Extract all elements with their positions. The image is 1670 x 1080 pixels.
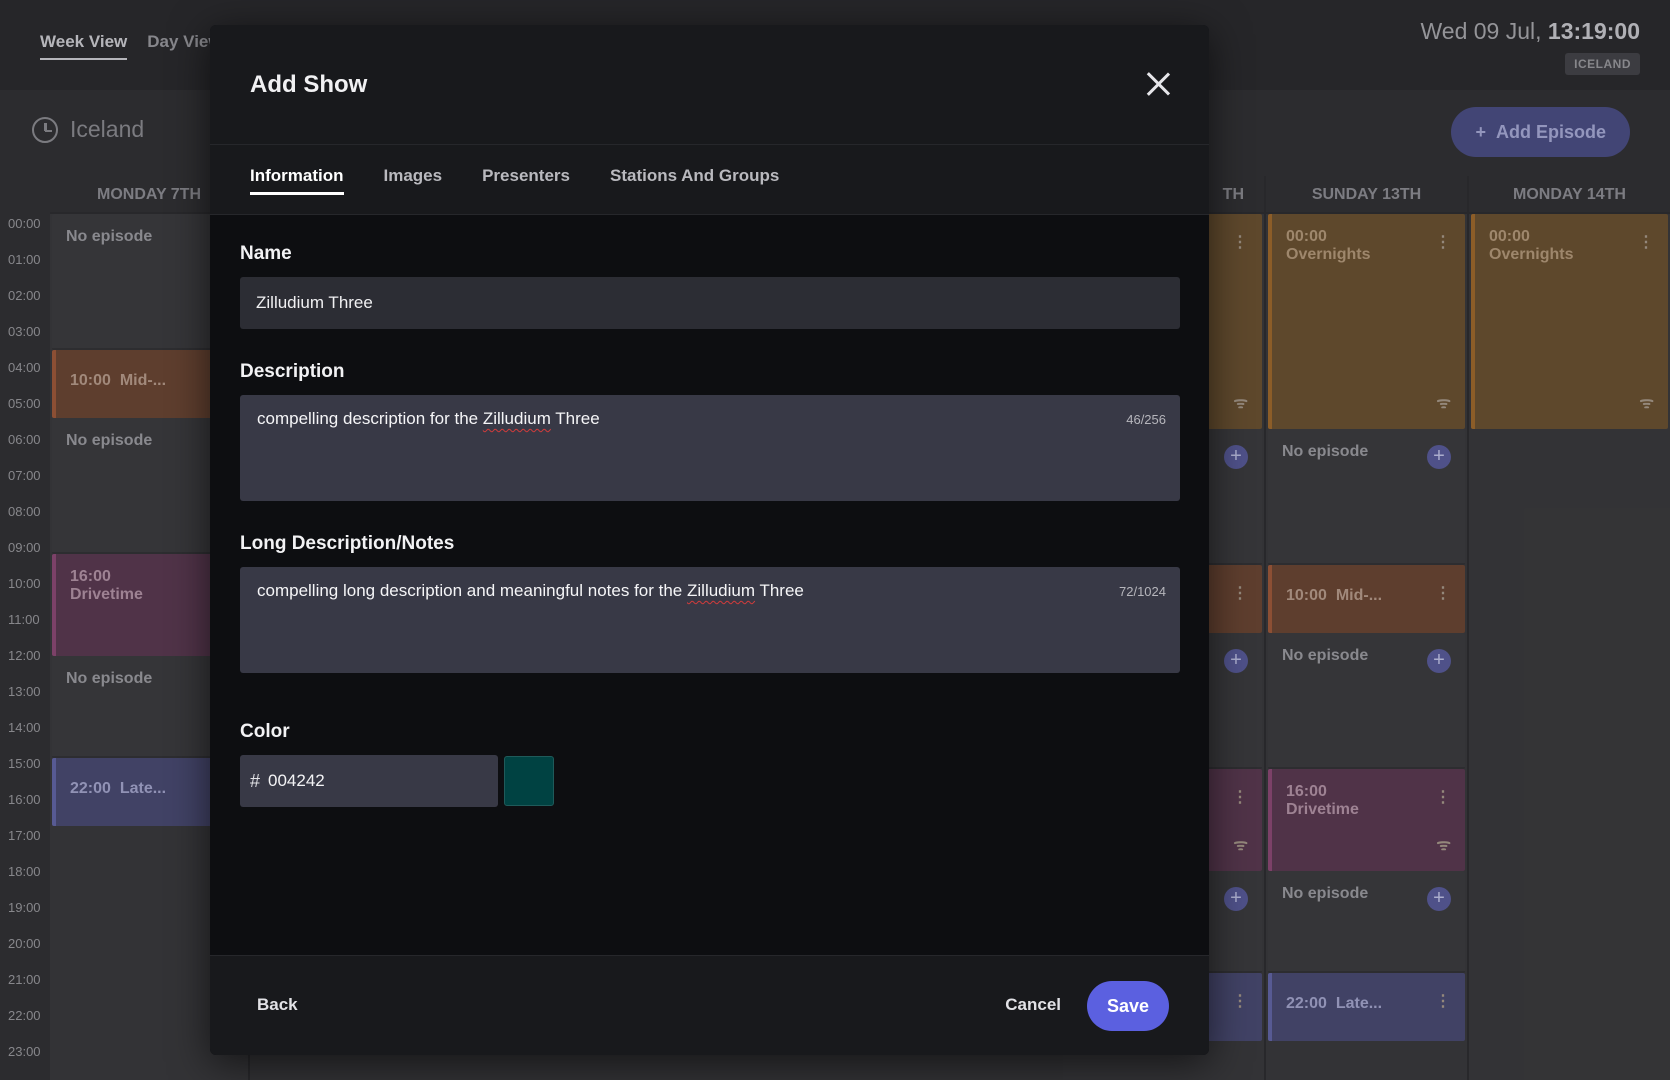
dialog-header: Add Show bbox=[210, 25, 1209, 145]
close-icon[interactable] bbox=[1145, 71, 1171, 97]
color-swatch[interactable] bbox=[504, 756, 554, 806]
description-char-counter: 46/256 bbox=[1126, 412, 1166, 427]
long-description-label: Long Description/Notes bbox=[240, 533, 455, 554]
long-description-text: compelling long description and meaningf… bbox=[257, 581, 804, 600]
dialog-footer: Back Cancel Save bbox=[210, 955, 1209, 1055]
description-textarea[interactable]: compelling description for the Zilludium… bbox=[240, 395, 1180, 501]
hash-icon: # bbox=[250, 770, 261, 791]
cancel-button[interactable]: Cancel bbox=[1005, 995, 1061, 1015]
name-value: Zilludium Three bbox=[256, 293, 373, 312]
dialog-body: Name Zilludium Three Description compell… bbox=[210, 215, 1209, 807]
description-label: Description bbox=[240, 361, 345, 382]
long-description-textarea[interactable]: compelling long description and meaningf… bbox=[240, 567, 1180, 673]
tab-stations-and-groups[interactable]: Stations And Groups bbox=[610, 145, 779, 195]
tab-images[interactable]: Images bbox=[384, 145, 443, 195]
color-label: Color bbox=[240, 721, 290, 742]
long-description-char-counter: 72/1024 bbox=[1119, 584, 1166, 599]
color-hex-value: 004242 bbox=[268, 771, 325, 790]
tab-information[interactable]: Information bbox=[250, 145, 344, 195]
color-picker-row: # 004242 bbox=[240, 755, 1179, 807]
tab-presenters[interactable]: Presenters bbox=[482, 145, 570, 195]
name-input[interactable]: Zilludium Three bbox=[240, 277, 1180, 329]
save-button[interactable]: Save bbox=[1087, 981, 1169, 1031]
color-hex-input[interactable]: # 004242 bbox=[240, 755, 498, 807]
dialog-title: Add Show bbox=[250, 71, 368, 98]
dialog-tabs: Information Images Presenters Stations A… bbox=[210, 145, 1209, 215]
add-show-dialog: Add Show Information Images Presenters S… bbox=[210, 25, 1209, 1055]
name-label: Name bbox=[240, 243, 292, 264]
description-text: compelling description for the Zilludium… bbox=[257, 409, 600, 428]
back-button[interactable]: Back bbox=[257, 995, 298, 1015]
